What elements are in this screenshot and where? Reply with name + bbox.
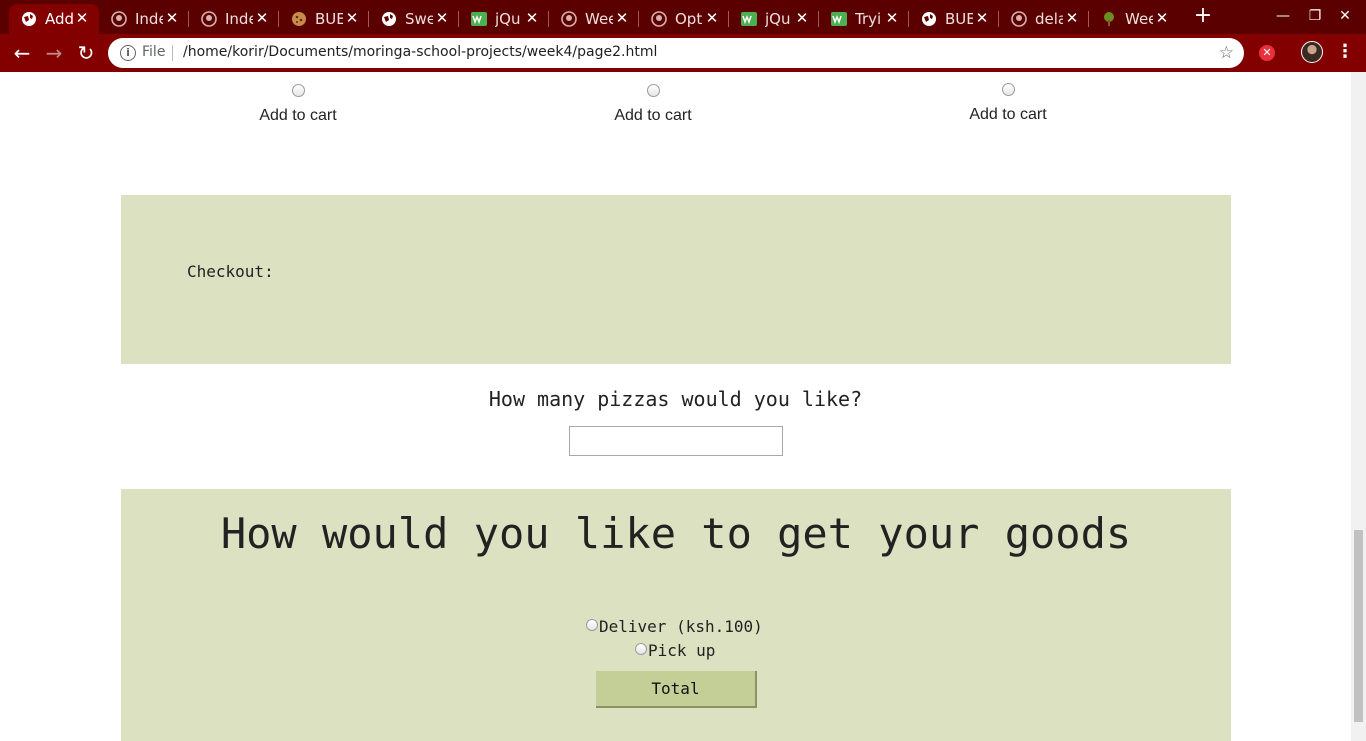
page-scrollbar[interactable] [1351, 72, 1366, 741]
add-to-cart-radio[interactable] [291, 84, 305, 97]
tab-title: dela [1035, 10, 1063, 28]
add-to-cart-label: Add to cart [614, 107, 692, 124]
checkout-label: Checkout: [187, 262, 274, 281]
tab-title: jQu [765, 10, 791, 28]
close-tab-icon[interactable]: ✕ [1065, 11, 1079, 26]
tab-title: jQu [495, 10, 521, 28]
checkout-panel: Checkout: [121, 195, 1231, 364]
deliver-option-label: Deliver (ksh.100) [599, 617, 763, 636]
address-url[interactable]: /home/korir/Documents/moringa-school-pro… [183, 44, 657, 60]
browser-tab[interactable]: Inde ✕ [189, 4, 279, 34]
delivery-panel: How would you like to get your goods Del… [121, 489, 1231, 741]
page-viewport: Add to cart Add to cart Add to cart Chec… [0, 72, 1351, 741]
delivery-title: How would you like to get your goods [220, 509, 1132, 558]
browser-tab[interactable]: Add ✕ [9, 4, 99, 34]
close-tab-icon[interactable]: ✕ [1155, 11, 1169, 26]
address-scheme: File [142, 44, 166, 60]
add-to-cart-label: Add to cart [259, 107, 337, 124]
tab-title: BUE [945, 10, 973, 28]
close-tab-icon[interactable]: ✕ [525, 11, 539, 26]
tab-title: Wee [585, 10, 613, 28]
close-tab-icon[interactable]: ✕ [795, 11, 809, 26]
close-tab-icon[interactable]: ✕ [885, 11, 899, 26]
tab-title: BUE [315, 10, 343, 28]
browser-toolbar: ← → ↻ i File /home/korir/Documents/morin… [0, 34, 1366, 72]
github-icon [201, 11, 217, 27]
restore-icon[interactable]: ❐ [1307, 8, 1323, 24]
close-tab-icon[interactable]: ✕ [255, 11, 269, 26]
globe-icon [921, 11, 937, 27]
github-icon [651, 11, 667, 27]
quantity-input[interactable] [569, 426, 783, 456]
github-icon [111, 11, 127, 27]
cart-option: Add to cart [553, 82, 753, 125]
browser-tab[interactable]: jQu ✕ [459, 4, 549, 34]
w3schools-icon [741, 11, 757, 27]
minimize-icon[interactable]: — [1275, 8, 1291, 24]
forward-arrow-icon[interactable]: → [42, 41, 66, 65]
close-tab-icon[interactable]: ✕ [345, 11, 359, 26]
close-tab-icon[interactable]: ✕ [705, 11, 719, 26]
tab-strip: Add ✕ Inde ✕ Inde ✕ BUE ✕ Swe ✕ jQu ✕ We… [0, 0, 1366, 34]
github-icon [1011, 11, 1027, 27]
github-icon [561, 11, 577, 27]
address-bar[interactable]: i File /home/korir/Documents/moringa-sch… [108, 38, 1244, 68]
browser-tab[interactable]: BUE ✕ [909, 4, 999, 34]
browser-tab[interactable]: dela ✕ [999, 4, 1089, 34]
cart-option: Add to cart [198, 82, 398, 125]
back-arrow-icon[interactable]: ← [10, 41, 34, 65]
extension-icon[interactable]: ✕ [1259, 45, 1275, 61]
add-to-cart-radio[interactable] [646, 84, 660, 97]
bookmark-star-icon[interactable]: ☆ [1219, 43, 1234, 63]
profile-avatar[interactable] [1301, 41, 1323, 63]
browser-tab[interactable]: Wee ✕ [1089, 4, 1179, 34]
pickup-option[interactable]: Pick up [635, 641, 715, 660]
cookie-icon [291, 11, 307, 27]
pickup-option-label: Pick up [648, 641, 716, 660]
quantity-question: How many pizzas would you like? [488, 387, 863, 411]
cart-option: Add to cart [908, 81, 1108, 124]
browser-tab[interactable]: BUE ✕ [279, 4, 369, 34]
close-tab-icon[interactable]: ✕ [75, 11, 89, 26]
add-to-cart-radio[interactable] [1001, 83, 1015, 96]
add-to-cart-label: Add to cart [969, 106, 1047, 123]
scrollbar-thumb[interactable] [1354, 530, 1363, 722]
pickup-radio[interactable] [635, 642, 647, 655]
tab-title: Opt [675, 10, 703, 28]
close-window-icon[interactable]: ✕ [1337, 8, 1353, 24]
deliver-radio[interactable] [586, 618, 598, 631]
info-icon[interactable]: i [120, 45, 136, 61]
more-menu-icon[interactable]: ⋮ [1336, 41, 1354, 63]
close-tab-icon[interactable]: ✕ [975, 11, 989, 26]
globe-icon [381, 11, 397, 27]
close-tab-icon[interactable]: ✕ [615, 11, 629, 26]
tab-title: Swe [405, 10, 433, 28]
w3schools-icon [471, 11, 487, 27]
new-tab-icon[interactable]: + [1193, 5, 1213, 27]
close-tab-icon[interactable]: ✕ [165, 11, 179, 26]
w3schools-icon [831, 11, 847, 27]
tab-title: Inde [135, 10, 163, 28]
browser-tab[interactable]: Swe ✕ [369, 4, 459, 34]
close-tab-icon[interactable]: ✕ [435, 11, 449, 26]
browser-tab[interactable]: Wee ✕ [549, 4, 639, 34]
tab-title: Add [45, 10, 73, 28]
globe-icon [21, 11, 37, 27]
browser-tab[interactable]: Opt ✕ [639, 4, 729, 34]
browser-tab[interactable]: Inde ✕ [99, 4, 189, 34]
deliver-option[interactable]: Deliver (ksh.100) [586, 617, 763, 636]
total-button[interactable]: Total [596, 671, 757, 708]
reload-icon[interactable]: ↻ [74, 41, 98, 65]
tree-icon [1101, 11, 1117, 27]
browser-tab[interactable]: jQu ✕ [729, 4, 819, 34]
tab-title: Tryi [855, 10, 882, 28]
browser-tab[interactable]: Tryi ✕ [819, 4, 909, 34]
tab-title: Wee [1125, 10, 1153, 28]
tab-title: Inde [225, 10, 253, 28]
